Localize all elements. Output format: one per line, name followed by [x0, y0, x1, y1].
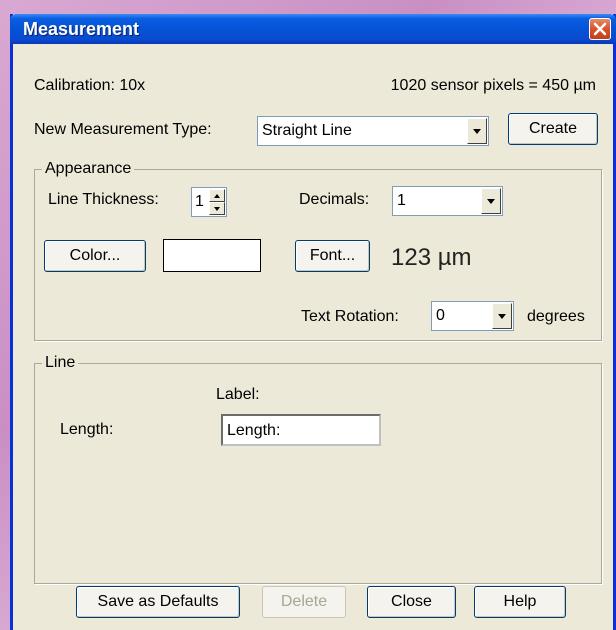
title-bar[interactable]: Measurement	[10, 14, 616, 44]
font-button[interactable]: Font...	[295, 240, 370, 272]
line-group	[34, 363, 602, 584]
calibration-label: Calibration: 10x	[34, 77, 146, 94]
spin-up-icon[interactable]	[209, 189, 225, 202]
label-column-header: Label:	[216, 386, 260, 403]
line-group-label: Line	[42, 354, 79, 372]
text-rotation-select[interactable]: 0	[431, 301, 514, 331]
length-label: Length:	[60, 421, 114, 438]
new-measurement-type-label: New Measurement Type:	[34, 121, 212, 138]
decimals-label: Decimals:	[299, 191, 370, 208]
calibration-scale: 1020 sensor pixels = 450 µm	[390, 77, 596, 94]
close-button[interactable]: Close	[367, 586, 456, 618]
chevron-down-icon[interactable]	[467, 118, 487, 144]
decimals-select[interactable]: 1	[392, 186, 503, 216]
measurement-dialog: Measurement Calibration: 10x 1020 sensor…	[10, 14, 616, 630]
spin-down-icon[interactable]	[209, 202, 225, 215]
save-as-defaults-button[interactable]: Save as Defaults	[76, 586, 240, 618]
chevron-down-icon[interactable]	[492, 303, 512, 329]
window-title: Measurement	[23, 19, 140, 39]
color-button[interactable]: Color...	[44, 240, 146, 272]
decimals-value: 1	[397, 192, 406, 209]
close-icon[interactable]	[589, 18, 611, 40]
length-label-value: Length:	[227, 422, 281, 439]
color-swatch	[163, 239, 261, 272]
font-sample-text: 123 µm	[391, 244, 472, 271]
length-label-input[interactable]: Length:	[221, 414, 381, 446]
text-rotation-value: 0	[436, 307, 445, 324]
text-rotation-label: Text Rotation:	[301, 308, 399, 325]
degrees-label: degrees	[527, 308, 585, 325]
appearance-group-label: Appearance	[42, 160, 135, 178]
line-thickness-label: Line Thickness:	[48, 191, 159, 208]
delete-button[interactable]: Delete	[262, 586, 346, 618]
measurement-type-value: Straight Line	[262, 122, 352, 139]
measurement-type-select[interactable]: Straight Line	[257, 116, 489, 146]
help-button[interactable]: Help	[474, 586, 566, 618]
create-button[interactable]: Create	[508, 113, 598, 145]
line-thickness-value: 1	[195, 193, 204, 210]
chevron-down-icon[interactable]	[481, 188, 501, 214]
line-thickness-input[interactable]: 1	[191, 187, 227, 217]
